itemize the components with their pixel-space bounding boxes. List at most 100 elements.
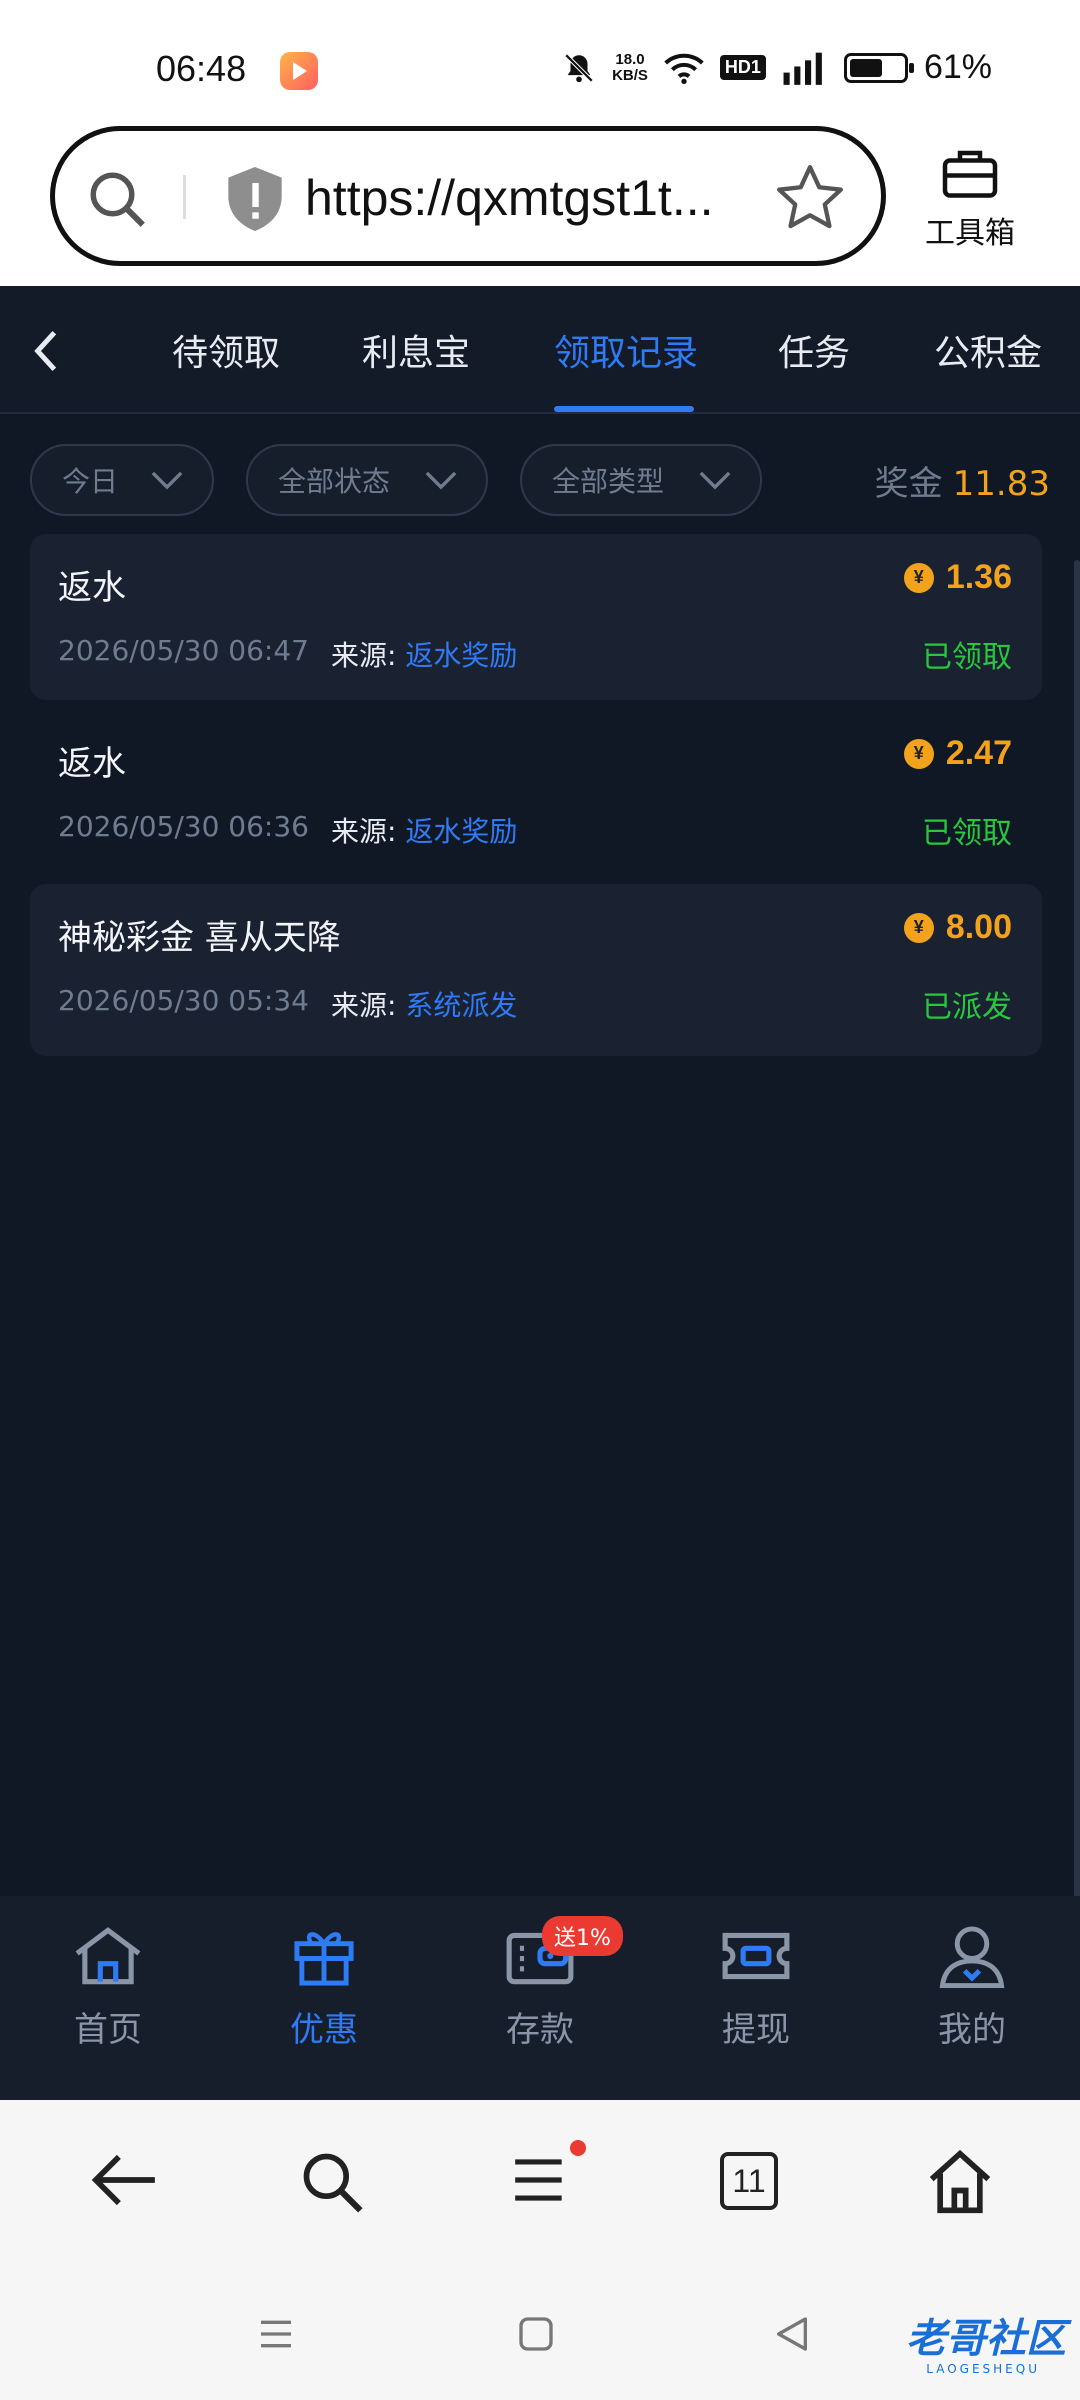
tab-claim-records[interactable]: 领取记录: [554, 324, 698, 376]
record-status: 已领取: [922, 640, 1012, 675]
status-filter-label: 全部状态: [278, 465, 391, 498]
record-amount-value: 2.47: [945, 734, 1012, 772]
record-date: 2026/05/30 06:36: [58, 810, 309, 843]
toolbox-icon: [942, 150, 998, 198]
wifi-icon: [664, 53, 704, 84]
url-text[interactable]: https://qxmtgst1t...: [305, 169, 775, 227]
record-card[interactable]: 返水 ¥ 2.47 2026/05/30 06:36 来源: 返水奖励 已领取: [30, 710, 1042, 876]
record-title: 返水: [58, 568, 126, 608]
nav-home[interactable]: 首页: [38, 1924, 178, 2051]
status-time: 06:48: [156, 48, 247, 89]
record-source-label: 来源:: [330, 639, 397, 672]
nav-home-label: 首页: [74, 2010, 142, 2050]
toolbox-label: 工具箱: [925, 216, 1015, 251]
url-field[interactable]: https://qxmtgst1t...: [50, 126, 886, 266]
home-square-icon[interactable]: [516, 2314, 556, 2354]
record-amount: ¥ 2.47: [903, 734, 1012, 773]
record-title: 返水: [58, 744, 126, 784]
watermark-logo: 老哥社区: [906, 2316, 1066, 2362]
gift-icon: [294, 1932, 354, 1986]
record-source[interactable]: 返水奖励: [405, 639, 517, 672]
status-indicators: 18.0 KB/S HD1 61%: [562, 48, 992, 87]
back-chevron-icon[interactable]: [26, 326, 66, 376]
net-speed: 18.0 KB/S: [612, 50, 648, 84]
nav-deposit[interactable]: 送1% 存款: [470, 1916, 623, 2051]
scrollbar[interactable]: [1074, 560, 1080, 1900]
record-amount-value: 8.00: [945, 908, 1012, 946]
status-filter-dropdown[interactable]: 全部状态: [246, 444, 488, 516]
tab-navigation: 待领取 利息宝 领取记录 任务 公积金: [0, 286, 1080, 414]
bonus-value: 11.83: [952, 464, 1050, 504]
chevron-down-icon: [425, 471, 457, 490]
nav-withdraw-label: 提现: [722, 2010, 790, 2050]
net-speed-unit: KB/S: [612, 66, 648, 84]
record-amount: ¥ 1.36: [903, 558, 1012, 597]
records-list: 返水 ¥ 1.36 2026/05/30 06:47 来源: 返水奖励 已领取 …: [0, 534, 1080, 1900]
search-icon[interactable]: [296, 2148, 368, 2216]
record-card[interactable]: 返水 ¥ 1.36 2026/05/30 06:47 来源: 返水奖励 已领取: [30, 534, 1042, 700]
browser-toolbar: 11: [0, 2100, 1080, 2270]
record-date: 2026/05/30 06:47: [58, 634, 309, 667]
filter-bar: 今日 全部状态 全部类型 奖金 11.83: [0, 414, 1080, 540]
battery-text: 61%: [923, 48, 992, 86]
tab-count-button[interactable]: 11: [720, 2152, 778, 2210]
withdraw-icon: [722, 1932, 790, 1980]
home-icon[interactable]: [924, 2148, 996, 2216]
nav-promotions[interactable]: 优惠: [254, 1924, 394, 2051]
coin-icon: ¥: [903, 562, 934, 593]
video-app-icon: [280, 52, 318, 90]
battery-icon: [843, 52, 914, 83]
toolbox-button[interactable]: 工具箱: [920, 148, 1020, 252]
tab-tasks[interactable]: 任务: [778, 324, 850, 376]
type-filter-label: 全部类型: [552, 465, 665, 498]
nav-profile[interactable]: 我的: [902, 1924, 1042, 2051]
chevron-down-icon: [151, 471, 183, 490]
record-meta: 2026/05/30 05:34 来源: 系统派发: [58, 984, 517, 1024]
star-bookmark-icon[interactable]: [773, 161, 847, 235]
coin-icon: ¥: [903, 912, 934, 943]
net-speed-value: 18.0: [615, 50, 645, 68]
record-source[interactable]: 返水奖励: [405, 815, 517, 848]
tab-interest[interactable]: 利息宝: [362, 324, 470, 376]
tab-provident-fund[interactable]: 公积金: [934, 324, 1042, 376]
mute-bell-icon: [564, 53, 594, 82]
browser-address-bar: https://qxmtgst1t... 工具箱: [0, 118, 1080, 286]
bonus-total: 奖金 11.83: [875, 456, 1050, 505]
nav-deposit-label: 存款: [506, 2010, 574, 2050]
nav-profile-label: 我的: [938, 2010, 1006, 2050]
coin-icon: ¥: [903, 738, 934, 769]
bonus-label: 奖金: [874, 464, 943, 504]
shield-icon[interactable]: [223, 163, 287, 235]
date-filter-dropdown[interactable]: 今日: [30, 444, 214, 516]
search-icon[interactable]: [85, 167, 151, 233]
menu-icon[interactable]: [510, 2148, 572, 2212]
deposit-bonus-badge: 送1%: [542, 1916, 623, 1956]
app-bottom-nav: 首页 优惠 送1% 存款 提现 我的: [0, 1896, 1080, 2100]
signal-icon: [783, 52, 822, 85]
date-filter-label: 今日: [62, 465, 119, 498]
user-icon: [939, 1926, 1005, 1988]
chevron-down-icon: [699, 471, 731, 490]
record-source-label: 来源:: [330, 815, 397, 848]
recents-menu-icon[interactable]: [256, 2314, 296, 2354]
tab-pending[interactable]: 待领取: [172, 324, 280, 376]
back-arrow-icon[interactable]: [88, 2148, 160, 2212]
record-meta: 2026/05/30 06:47 来源: 返水奖励: [58, 634, 517, 674]
active-tab-indicator: [554, 406, 694, 412]
record-status: 已派发: [922, 990, 1012, 1025]
type-filter-dropdown[interactable]: 全部类型: [520, 444, 762, 516]
status-bar: 06:48 18.0 KB/S HD1 61%: [0, 0, 1080, 118]
back-triangle-icon[interactable]: [772, 2314, 812, 2354]
record-amount-value: 1.36: [945, 558, 1012, 596]
record-source[interactable]: 系统派发: [405, 989, 517, 1022]
home-icon: [75, 1927, 141, 1985]
nav-promotions-label: 优惠: [290, 2010, 358, 2050]
record-card[interactable]: 神秘彩金 喜从天降 ¥ 8.00 2026/05/30 05:34 来源: 系统…: [30, 884, 1042, 1056]
system-navigation: 老哥社区 LAOGESHEQU: [0, 2270, 1080, 2400]
record-source-label: 来源:: [330, 989, 397, 1022]
battery-fill: [849, 58, 882, 77]
record-status: 已领取: [922, 816, 1012, 851]
url-divider: [183, 175, 186, 219]
nav-withdraw[interactable]: 提现: [686, 1924, 826, 2051]
watermark-sub: LAOGESHEQU: [926, 2362, 1040, 2376]
